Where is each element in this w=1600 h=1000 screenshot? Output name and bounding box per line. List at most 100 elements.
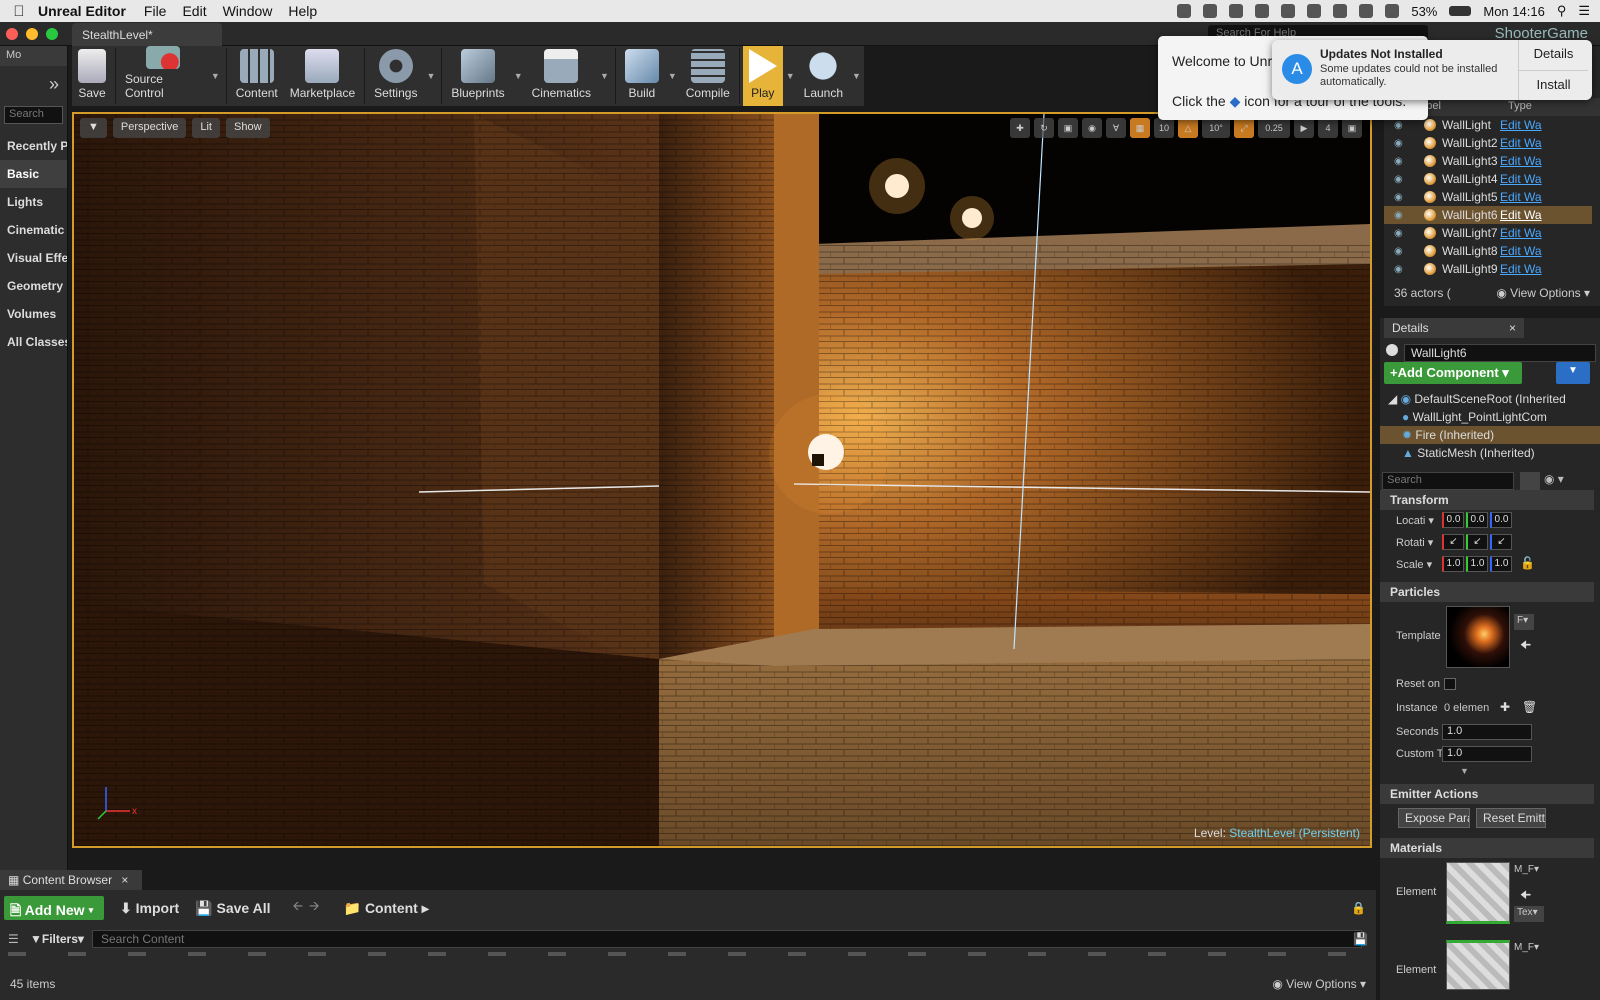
grid-snap-value[interactable]: 10 bbox=[1154, 118, 1174, 138]
marketplace-button[interactable]: Marketplace bbox=[284, 46, 361, 106]
drive-icon[interactable] bbox=[1307, 4, 1322, 18]
visibility-eye-icon[interactable]: ◉ bbox=[1394, 264, 1408, 275]
material-thumbnail-1[interactable] bbox=[1446, 940, 1510, 990]
use-selected-arrow-icon[interactable]: 🠈 bbox=[1520, 636, 1531, 657]
spotlight-search-icon[interactable]: ⚲ bbox=[1557, 3, 1567, 19]
zoom-window-button[interactable] bbox=[46, 28, 58, 40]
rotation-x[interactable]: ↙ bbox=[1442, 534, 1464, 550]
outliner-row-selected[interactable]: ◉ WallLight6 Edit Wa bbox=[1384, 206, 1592, 224]
lock-icon[interactable]: 🔒 bbox=[1351, 901, 1366, 915]
blueprints-dropdown-icon[interactable]: ▼ bbox=[511, 71, 526, 81]
launch-dropdown-icon[interactable]: ▼ bbox=[849, 71, 864, 81]
seconds-field[interactable]: 1.0 bbox=[1442, 724, 1532, 740]
edit-blueprint-link[interactable]: Edit Wa bbox=[1500, 208, 1546, 222]
rotation-z[interactable]: ↙ bbox=[1490, 534, 1512, 550]
visibility-eye-icon[interactable]: ◉ bbox=[1394, 120, 1408, 131]
minimize-window-button[interactable] bbox=[26, 28, 38, 40]
expand-modes-icon[interactable]: » bbox=[0, 66, 67, 102]
place-search-input[interactable]: Search bbox=[4, 106, 63, 124]
headphones-icon[interactable] bbox=[1229, 4, 1244, 18]
use-selected-material-icon[interactable]: 🠈 bbox=[1520, 886, 1531, 907]
forward-arrow-icon[interactable]: 🡪 bbox=[309, 897, 320, 919]
details-view-options-eye-icon[interactable]: ◉ ▾ bbox=[1544, 472, 1564, 486]
level-tab[interactable]: StealthLevel* bbox=[72, 23, 222, 46]
scale-x[interactable]: 1.0 bbox=[1442, 556, 1464, 572]
rotation-y[interactable]: ↙ bbox=[1466, 534, 1488, 550]
outliner-row[interactable]: ◉ WallLight7 Edit Wa bbox=[1384, 224, 1592, 242]
rotation-snap-icon[interactable]: △ bbox=[1178, 118, 1198, 138]
camera-speed-icon[interactable]: ▶ bbox=[1294, 118, 1314, 138]
scale-y[interactable]: 1.0 bbox=[1466, 556, 1488, 572]
compile-button[interactable]: Compile bbox=[680, 46, 736, 106]
show-button[interactable]: Show bbox=[226, 118, 270, 138]
location-label[interactable]: Locati ▾ bbox=[1396, 514, 1434, 527]
textures-dropdown[interactable]: Tex▾ bbox=[1514, 906, 1544, 922]
outliner-row[interactable]: ◉ WallLight3 Edit Wa bbox=[1384, 152, 1592, 170]
menu-window[interactable]: Window bbox=[223, 3, 273, 19]
path-breadcrumb[interactable]: 📁 Content ▸ bbox=[344, 900, 429, 917]
save-search-icon[interactable]: 💾 bbox=[1353, 932, 1368, 946]
outliner-row[interactable]: ◉ WallLight9 Edit Wa bbox=[1384, 260, 1592, 278]
location-y[interactable]: 0.0 bbox=[1466, 512, 1488, 528]
cinematics-button[interactable]: Cinematics bbox=[526, 46, 597, 106]
menu-file[interactable]: File bbox=[144, 3, 167, 19]
reset-on-attach-checkbox[interactable] bbox=[1444, 678, 1456, 690]
edit-blueprint-link[interactable]: Edit Wa bbox=[1500, 154, 1546, 168]
clock[interactable]: Mon 14:16 bbox=[1483, 4, 1544, 19]
world-space-icon[interactable]: ◉ bbox=[1082, 118, 1102, 138]
apple-menu-icon[interactable]:  bbox=[0, 3, 38, 20]
content-button[interactable]: Content bbox=[230, 46, 284, 106]
edit-blueprint-link[interactable]: Edit Wa bbox=[1500, 226, 1546, 240]
scale-snap-value[interactable]: 0.25 bbox=[1258, 118, 1290, 138]
scale-lock-icon[interactable]: 🔓 bbox=[1520, 556, 1535, 570]
mode-cat-geometry[interactable]: Geometry bbox=[0, 272, 67, 300]
rotation-snap-value[interactable]: 10° bbox=[1202, 118, 1230, 138]
save-button[interactable]: Save bbox=[72, 46, 112, 106]
settings-dropdown-icon[interactable]: ▼ bbox=[423, 71, 438, 81]
grid-snap-icon[interactable]: ▦ bbox=[1130, 118, 1150, 138]
edit-blueprint-link[interactable]: Edit Wa bbox=[1500, 118, 1546, 132]
material-picker-1[interactable]: M_F▾ bbox=[1514, 942, 1539, 953]
visibility-eye-icon[interactable]: ◉ bbox=[1394, 246, 1408, 257]
material-thumbnail-0[interactable] bbox=[1446, 862, 1510, 924]
import-button[interactable]: ⬇ Import bbox=[120, 900, 179, 917]
rotation-label[interactable]: Rotati ▾ bbox=[1396, 536, 1433, 549]
reset-emitter-button[interactable]: Reset Emitte bbox=[1476, 808, 1546, 828]
visibility-eye-icon[interactable]: ◉ bbox=[1394, 174, 1408, 185]
edit-blueprint-link[interactable]: Edit Wa bbox=[1500, 136, 1546, 150]
edit-blueprint-link[interactable]: Edit Wa bbox=[1500, 262, 1546, 276]
outliner-col-type[interactable]: Type bbox=[1508, 100, 1532, 112]
mode-cat-volumes[interactable]: Volumes bbox=[0, 300, 67, 328]
emitter-actions-section-header[interactable]: Emitter Actions bbox=[1380, 784, 1594, 804]
outliner-row[interactable]: ◉ WallLight5 Edit Wa bbox=[1384, 188, 1592, 206]
filters-button[interactable]: ▼Filters▾ bbox=[30, 932, 86, 946]
actor-name-field[interactable]: WallLight6 bbox=[1404, 344, 1596, 362]
cinematics-dropdown-icon[interactable]: ▼ bbox=[597, 71, 612, 81]
play-button[interactable]: Play bbox=[742, 46, 783, 106]
volume-icon[interactable] bbox=[1359, 4, 1374, 18]
transform-section-header[interactable]: Transform bbox=[1380, 490, 1594, 510]
component-row-fire[interactable]: ✹ Fire (Inherited) bbox=[1380, 426, 1600, 444]
mode-cat-basic[interactable]: Basic bbox=[0, 160, 67, 188]
mode-cat-lights[interactable]: Lights bbox=[0, 188, 67, 216]
mode-cat-cinematic[interactable]: Cinematic bbox=[0, 216, 67, 244]
blueprint-options-button[interactable]: ▼ bbox=[1556, 362, 1590, 384]
visibility-eye-icon[interactable]: ◉ bbox=[1394, 210, 1408, 221]
component-row-pointlight[interactable]: ● WallLight_PointLightCom bbox=[1380, 408, 1600, 426]
dropbox-icon[interactable] bbox=[1255, 4, 1270, 18]
close-tab-icon[interactable]: × bbox=[1509, 321, 1516, 335]
settings-button[interactable]: Settings bbox=[368, 46, 423, 106]
wifi-icon[interactable] bbox=[1385, 4, 1400, 18]
edit-blueprint-link[interactable]: Edit Wa bbox=[1500, 172, 1546, 186]
visibility-eye-icon[interactable]: ◉ bbox=[1394, 138, 1408, 149]
maximize-viewport-icon[interactable]: ▣ bbox=[1342, 118, 1362, 138]
material-picker-0[interactable]: M_F▾ bbox=[1514, 864, 1539, 875]
back-arrow-icon[interactable]: 🡨 bbox=[292, 897, 303, 919]
viewport-options-button[interactable]: ▼ bbox=[80, 118, 107, 138]
build-button[interactable]: Build bbox=[619, 46, 665, 106]
updates-notification[interactable]: A Updates Not Installed Some updates cou… bbox=[1272, 40, 1592, 100]
content-browser-tab[interactable]: ▦ Content Browser × bbox=[0, 870, 142, 890]
particles-section-header[interactable]: Particles bbox=[1380, 582, 1594, 602]
scale-label[interactable]: Scale ▾ bbox=[1396, 558, 1432, 571]
menu-help[interactable]: Help bbox=[288, 3, 317, 19]
